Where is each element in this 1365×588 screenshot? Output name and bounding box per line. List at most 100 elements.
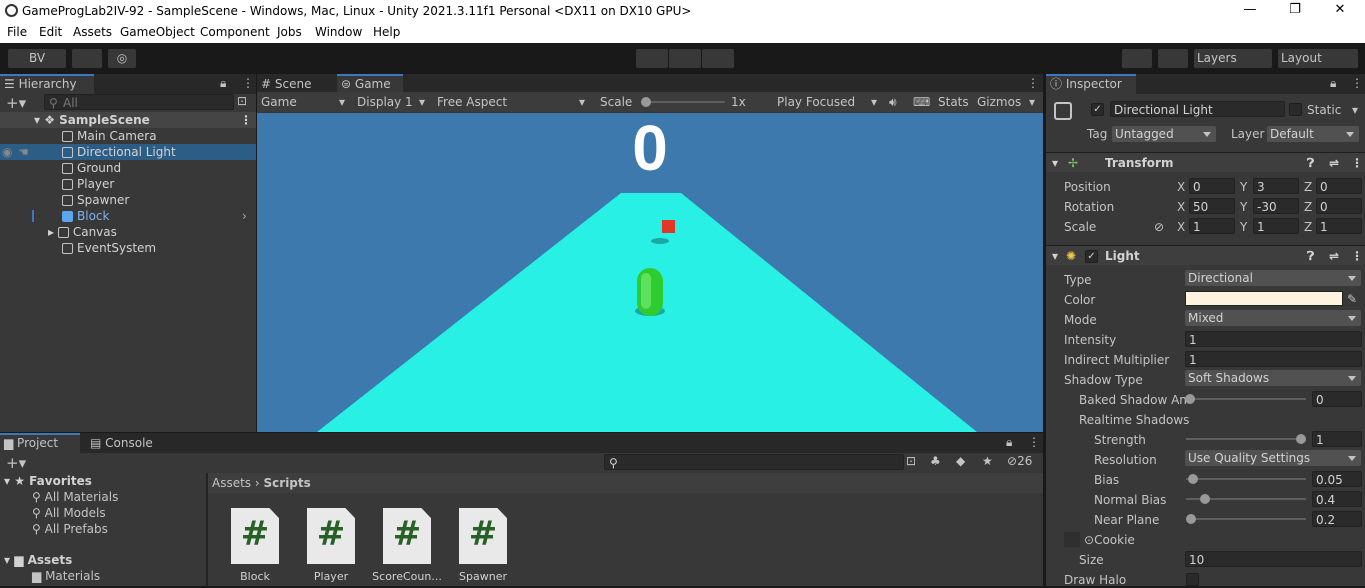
hidden-packages-icon[interactable]: ⊘26	[1007, 454, 1032, 468]
game-viewport[interactable]: 0	[257, 113, 1043, 432]
tab-console[interactable]: ▤ Console	[86, 433, 166, 453]
display-dropdown[interactable]: Display 1 ▾	[357, 92, 431, 112]
lock-icon[interactable]: 🔒︎	[1006, 435, 1012, 450]
hierarchy-item-eventsystem[interactable]: EventSystem	[0, 240, 256, 256]
tab-scene[interactable]: # Scene	[257, 74, 335, 94]
shadow-type-dropdown[interactable]: Soft Shadows	[1185, 370, 1361, 386]
hierarchy-item-directional-light[interactable]: ◉ ☚ Directional Light	[0, 144, 256, 160]
mute-audio-icon[interactable]: 🔊︎	[889, 92, 897, 112]
search-button[interactable]	[1158, 49, 1188, 68]
aspect-dropdown[interactable]: Free Aspect ▾	[437, 92, 589, 112]
kebab-menu-icon[interactable]: ⋮	[1351, 76, 1363, 90]
hierarchy-item-main-camera[interactable]: Main Camera	[0, 128, 256, 144]
favorite-all-materials[interactable]: ⚲ All Materials	[32, 489, 118, 505]
favorite-all-prefabs[interactable]: ⚲ All Prefabs	[32, 521, 108, 537]
cookie-slot[interactable]	[1064, 532, 1080, 547]
constrain-proportions-icon[interactable]: ⊘	[1154, 219, 1164, 235]
hierarchy-item-ground[interactable]: Ground	[0, 160, 256, 176]
breadcrumb-scripts[interactable]: Scripts	[264, 476, 311, 490]
component-menu-icon[interactable]: ⋮	[1351, 246, 1363, 266]
tab-hierarchy[interactable]: ☰ Hierarchy	[0, 74, 94, 94]
menu-help[interactable]: Help	[373, 25, 400, 39]
favorite-all-models[interactable]: ⚲ All Models	[32, 505, 106, 521]
slider-knob[interactable]	[1186, 514, 1196, 524]
layout-dropdown[interactable]: Layout	[1278, 49, 1358, 68]
static-checkbox[interactable]	[1289, 103, 1302, 116]
play-focused-dropdown[interactable]: Play Focused ▾	[777, 92, 881, 112]
hierarchy-item-block[interactable]: Block ›	[0, 208, 256, 224]
lock-icon[interactable]: 🔒︎	[1330, 76, 1336, 91]
position-y-field[interactable]: 3	[1253, 178, 1299, 194]
cloud-button[interactable]	[72, 49, 102, 68]
chevron-right-icon[interactable]: ›	[242, 208, 247, 224]
active-checkbox[interactable]: ✓	[1091, 103, 1104, 116]
size-field[interactable]: 10	[1185, 551, 1362, 567]
transform-header[interactable]: ▾ ✢ Transform ❓︎ ⇌ ⋮	[1046, 152, 1365, 172]
light-enabled-checkbox[interactable]: ✓	[1085, 250, 1098, 263]
normal-bias-field[interactable]: 0.4	[1312, 491, 1362, 507]
scale-y-field[interactable]: 1	[1253, 218, 1299, 234]
type-dropdown[interactable]: Directional	[1185, 270, 1361, 286]
baked-shadow-angle-slider[interactable]	[1185, 394, 1306, 404]
bias-field[interactable]: 0.05	[1312, 471, 1362, 487]
pickable-hand-icon[interactable]: ☚	[18, 144, 29, 160]
kebab-menu-icon[interactable]: ⋮	[1028, 435, 1040, 449]
tab-game[interactable]: ⊜ Game	[337, 74, 403, 94]
eyedropper-icon[interactable]: ✎	[1347, 291, 1357, 307]
search-by-type-icon[interactable]: ⊡	[906, 454, 916, 468]
hierarchy-search-input[interactable]: ⚲ All	[44, 94, 234, 110]
baked-shadow-angle-field[interactable]: 0	[1312, 391, 1362, 407]
object-name-field[interactable]: Directional Light	[1110, 101, 1285, 117]
near-plane-slider[interactable]	[1186, 514, 1306, 524]
search-options-icon[interactable]: ⊡	[237, 94, 247, 108]
add-icon[interactable]: +▾	[6, 94, 26, 112]
static-chevron-down-icon[interactable]: ▾	[1352, 102, 1358, 118]
minimize-button[interactable]: —	[1230, 2, 1270, 17]
create-icon[interactable]: +▾	[6, 454, 26, 472]
game-mode-dropdown[interactable]: Game ▾	[261, 92, 347, 112]
strength-field[interactable]: 1	[1312, 431, 1362, 447]
history-button[interactable]	[1122, 49, 1152, 68]
tag-icon[interactable]: ◆	[956, 454, 965, 468]
position-z-field[interactable]: 0	[1316, 178, 1362, 194]
preset-icon[interactable]: ⇌	[1329, 153, 1339, 173]
layer-dropdown[interactable]: Default	[1267, 126, 1359, 142]
tab-inspector[interactable]: ⓘ Inspector	[1046, 74, 1136, 94]
scale-slider[interactable]	[641, 97, 725, 107]
materials-folder[interactable]: ▆ Materials	[32, 568, 100, 584]
close-button[interactable]: ✕	[1320, 2, 1360, 17]
color-swatch[interactable]	[1185, 291, 1343, 306]
restore-button[interactable]: ❐	[1275, 2, 1315, 17]
play-button[interactable]	[636, 49, 668, 68]
tag-dropdown[interactable]: Untagged	[1112, 126, 1216, 142]
help-icon[interactable]: ❓︎	[1307, 153, 1314, 173]
tab-project[interactable]: ▆ Project	[0, 433, 80, 453]
bias-slider[interactable]	[1186, 474, 1306, 484]
collab-icon[interactable]: ◎	[108, 49, 136, 68]
layers-dropdown[interactable]: Layers	[1194, 49, 1272, 68]
project-search-input[interactable]: ⚲	[604, 454, 904, 470]
expand-arrow-icon[interactable]: ▸	[48, 225, 58, 239]
menu-window[interactable]: Window	[315, 25, 362, 39]
lock-icon[interactable]: 🔒︎	[220, 76, 226, 91]
kebab-menu-icon[interactable]: ⋮	[242, 76, 254, 90]
rotation-y-field[interactable]: -30	[1253, 198, 1299, 214]
rotation-z-field[interactable]: 0	[1316, 198, 1362, 214]
help-icon[interactable]: ❓︎	[1307, 246, 1314, 266]
scale-slider-knob[interactable]	[641, 97, 651, 107]
scale-z-field[interactable]: 1	[1316, 218, 1362, 234]
indirect-multiplier-field[interactable]: 1	[1185, 351, 1362, 367]
hierarchy-item-canvas[interactable]: ▸ Canvas	[0, 224, 256, 240]
gizmos-chevron-down-icon[interactable]: ▾	[1029, 92, 1035, 112]
kebab-menu-icon[interactable]: ⋮	[1027, 76, 1039, 90]
hierarchy-item-player[interactable]: Player	[0, 176, 256, 192]
menu-component[interactable]: Component	[200, 25, 270, 39]
position-x-field[interactable]: 0	[1189, 178, 1235, 194]
menu-jobs[interactable]: Jobs	[277, 25, 302, 39]
gizmos-button[interactable]: Gizmos	[977, 92, 1021, 112]
favorites-header[interactable]: ▾ ★ Favorites	[4, 473, 92, 489]
slider-knob[interactable]	[1185, 394, 1195, 404]
light-header[interactable]: ▾ ✺ ✓ Light ❓︎ ⇌ ⋮	[1046, 245, 1365, 265]
slider-knob[interactable]	[1296, 434, 1306, 444]
script-asset-block[interactable]: #	[231, 508, 279, 564]
